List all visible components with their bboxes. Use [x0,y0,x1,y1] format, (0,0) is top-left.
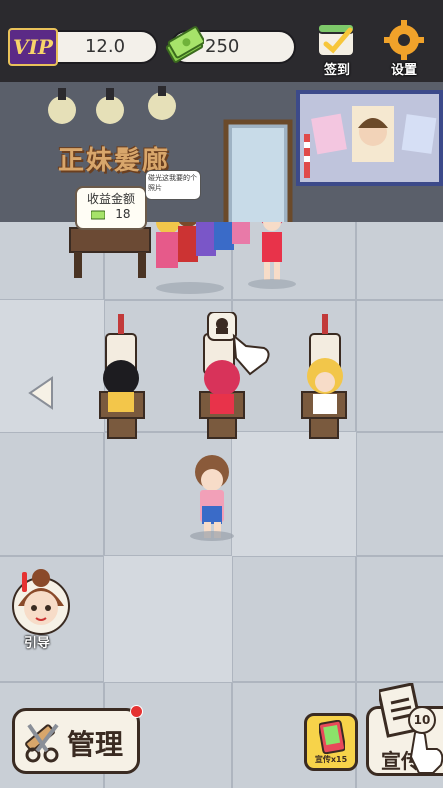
vip-value: 12.0 [84,36,126,57]
gear-icon [382,18,426,62]
guide-button[interactable]: 引导 [8,566,74,652]
vip-badge[interactable]: VIP [8,28,58,66]
manage-button[interactable]: 管理 [12,708,140,774]
poster-board [296,90,443,186]
checkin-label: 签到 [323,63,350,78]
promo-x15-button[interactable]: 宣传x15 [304,713,358,771]
notification-dot [130,705,143,718]
settings-label: 设置 [390,63,417,78]
settings-button[interactable]: 设置 [377,18,431,78]
scissors-comb-icon [25,723,59,763]
money-bill-icon [90,210,106,219]
income-amount-row: 18 [77,207,145,221]
customer-speech-bubble: 碰光这我要的个照片 [145,170,201,200]
income-amount: 18 [115,207,131,221]
arrow-left-icon[interactable] [28,376,56,410]
hairstyle-posters [304,106,437,178]
promo-x15-label: 宣传x15 [314,755,348,764]
cash-value: 250 [205,36,240,57]
calendar-check-icon [317,23,355,57]
promo-count-badge: 10 [408,706,436,734]
manage-label: 管理 [67,728,124,761]
floor-tiles [0,222,443,788]
income-bubble[interactable]: 收益金额 18 [75,186,147,230]
phone-flyer-icon [319,720,345,754]
income-title: 收益金额 [86,192,135,206]
pointer-hand-icon [207,312,270,376]
guide-label: 引导 [24,636,51,651]
money-bill-icon [165,26,204,63]
checkin-button[interactable]: 签到 [310,18,364,78]
tap-hand-icon [409,729,443,774]
